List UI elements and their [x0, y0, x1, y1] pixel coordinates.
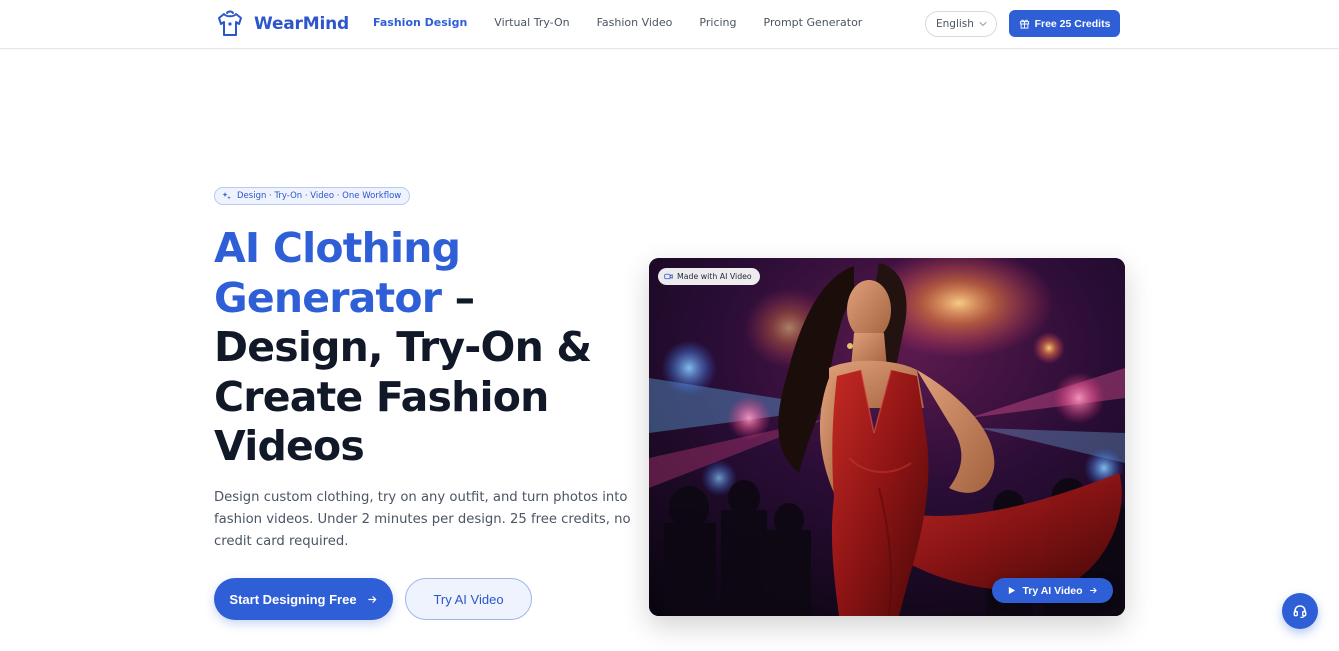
workflow-pill: Design · Try-On · Video · One Workflow: [214, 187, 411, 205]
brand-name: WearMind: [254, 14, 349, 34]
made-with-ai-label: Made with AI Video: [677, 272, 752, 281]
start-designing-button[interactable]: Start Designing Free: [214, 578, 393, 620]
try-ai-video-label: Try AI Video: [433, 591, 504, 607]
gift-icon: [1019, 19, 1029, 29]
arrow-right-icon: [1089, 587, 1097, 594]
headset-icon: [1293, 605, 1307, 619]
language-label: English: [936, 18, 974, 30]
nav-prompt-generator[interactable]: Prompt Generator: [764, 16, 863, 29]
nav-virtual-try-on[interactable]: Virtual Try-On: [494, 16, 569, 29]
headline-highlight: AI Clothing Generator: [214, 224, 461, 322]
start-designing-label: Start Designing Free: [229, 591, 357, 607]
video-thumbnail: [649, 258, 1125, 616]
support-chat-button[interactable]: [1282, 593, 1318, 629]
sparkle-icon: [222, 192, 231, 200]
free-credits-label: Free 25 Credits: [1034, 17, 1111, 30]
workflow-pill-label: Design · Try-On · Video · One Workflow: [237, 191, 402, 201]
nav-fashion-video[interactable]: Fashion Video: [597, 16, 673, 29]
free-credits-button[interactable]: Free 25 Credits: [1009, 10, 1120, 37]
hero-headline: AI Clothing Generator – Design, Try-On &…: [214, 224, 634, 472]
shirt-icon: [218, 10, 242, 36]
try-ai-video-button[interactable]: Try AI Video: [405, 578, 532, 620]
site-header: WearMind Fashion Design Virtual Try-On F…: [0, 0, 1339, 49]
video-preview[interactable]: Made with AI Video Try AI Video: [649, 258, 1125, 616]
hero-description: Design custom clothing, try on any outfi…: [214, 490, 631, 549]
language-selector[interactable]: English: [925, 11, 997, 37]
main-nav: Fashion Design Virtual Try-On Fashion Vi…: [373, 16, 889, 29]
play-icon: [1009, 586, 1016, 595]
nav-pricing[interactable]: Pricing: [699, 16, 736, 29]
brand-logo[interactable]: WearMind: [215, 10, 349, 38]
video-try-ai-video-button[interactable]: Try AI Video: [992, 578, 1113, 603]
video-try-ai-video-label: Try AI Video: [1022, 584, 1083, 597]
chevron-down-icon: [979, 21, 987, 27]
made-with-ai-badge: Made with AI Video: [658, 268, 760, 285]
arrow-right-icon: [367, 595, 376, 603]
video-camera-icon: [664, 273, 673, 280]
nav-fashion-design[interactable]: Fashion Design: [373, 16, 467, 29]
